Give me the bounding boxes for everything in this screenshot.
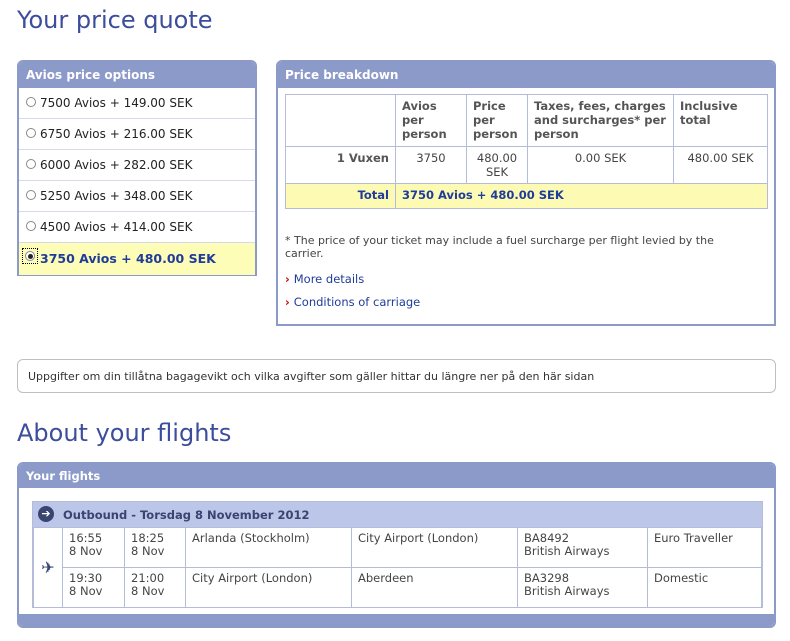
avios-option-label: 6750 Avios + 216.00 SEK [40, 127, 193, 141]
departure-time: 19:30 [69, 571, 103, 585]
avios-option[interactable]: 6750 Avios + 216.00 SEK [19, 119, 255, 150]
chevron-right-icon: › [285, 295, 290, 309]
outbound-title: Outbound - Torsdag 8 November 2012 [63, 508, 310, 522]
origin-airport: City Airport (London) [185, 567, 352, 608]
avios-option-label: 4500 Avios + 414.00 SEK [40, 220, 193, 234]
fuel-surcharge-note: * The price of your ticket may include a… [285, 234, 714, 260]
departure-cell: 16:55 8 Nov [62, 527, 125, 568]
flights-panel: Your flights ➔ Outbound - Torsdag 8 Nove… [17, 462, 776, 628]
arrival-cell: 21:00 8 Nov [124, 567, 186, 608]
column-header: Price per person [466, 94, 528, 147]
flight-legs-table: ✈ 16:55 8 Nov 18:25 8 Nov Arlanda (Stockho… [33, 527, 762, 608]
destination-airport: City Airport (London) [351, 527, 518, 568]
airline: British Airways [524, 544, 610, 558]
avios-option-label: 3750 Avios + 480.00 SEK [40, 251, 216, 266]
total-value: 3750 Avios + 480.00 SEK [395, 183, 768, 209]
arrival-time: 18:25 [131, 531, 165, 545]
airline: British Airways [524, 584, 610, 598]
chevron-right-icon: › [285, 272, 290, 286]
departure-cell: 19:30 8 Nov [62, 567, 125, 608]
radio-button[interactable] [26, 128, 36, 138]
radio-button-checked[interactable] [25, 251, 35, 261]
flight-number: BA3298 [524, 571, 570, 585]
section-title: About your flights [17, 419, 232, 447]
inclusive-total: 480.00 SEK [673, 146, 768, 184]
avios-option[interactable]: 5250 Avios + 348.00 SEK [19, 181, 255, 212]
price-per-person: 480.00 SEK [466, 146, 528, 184]
total-label: Total [285, 183, 396, 209]
outbound-header: ➔ Outbound - Torsdag 8 November 2012 [33, 502, 762, 527]
baggage-notice: Uppgifter om din tillåtna bagagevikt och… [17, 359, 776, 393]
passenger-label: 1 Vuxen [285, 146, 396, 184]
cabin-class: Euro Traveller [647, 527, 762, 568]
avios-option-selected[interactable]: 3750 Avios + 480.00 SEK [19, 243, 255, 275]
arrow-right-circle-icon: ➔ [38, 506, 54, 522]
more-details-label: More details [293, 272, 365, 286]
arrival-date: 8 Nov [131, 584, 165, 598]
price-breakdown-panel: Price breakdown Avios per person Price p… [276, 60, 776, 326]
table-row: 19:30 8 Nov 21:00 8 Nov City Airport (Lond… [34, 567, 762, 608]
flight-cell: BA3298 British Airways [517, 567, 648, 608]
arrival-date: 8 Nov [131, 544, 165, 558]
column-header: Inclusive total [673, 94, 768, 147]
column-header: Avios per person [395, 94, 467, 147]
arrival-cell: 18:25 8 Nov [124, 527, 186, 568]
arrival-time: 21:00 [131, 571, 165, 585]
radio-button[interactable] [26, 97, 36, 107]
page-title: Your price quote [17, 6, 213, 34]
taxes-per-person: 0.00 SEK [527, 146, 674, 184]
departure-date: 8 Nov [69, 544, 103, 558]
focus-outline [22, 248, 38, 264]
empty-header-cell [285, 94, 396, 147]
outbound-section: ➔ Outbound - Torsdag 8 November 2012 ✈ 1… [32, 501, 763, 608]
radio-button[interactable] [26, 190, 36, 200]
avios-options-panel: Avios price options 7500 Avios + 149.00 … [17, 60, 257, 276]
cabin-class: Domestic [647, 567, 762, 608]
origin-airport: Arlanda (Stockholm) [185, 527, 352, 568]
departure-date: 8 Nov [69, 584, 103, 598]
price-breakdown-heading: Price breakdown [278, 62, 774, 88]
avios-option[interactable]: 4500 Avios + 414.00 SEK [19, 212, 255, 243]
flight-number: BA8492 [524, 531, 570, 545]
avios-option-label: 7500 Avios + 149.00 SEK [40, 96, 193, 110]
avios-options-list: 7500 Avios + 149.00 SEK 6750 Avios + 216… [19, 88, 255, 275]
plane-icon: ✈ [33, 527, 63, 608]
more-details-link[interactable]: › More details [285, 272, 364, 286]
radio-button[interactable] [26, 221, 36, 231]
destination-airport: Aberdeen [351, 567, 518, 608]
avios-per-person: 3750 [395, 146, 467, 184]
table-row: ✈ 16:55 8 Nov 18:25 8 Nov Arlanda (Stockho… [33, 527, 762, 608]
price-breakdown-table: Avios per person Price per person Taxes,… [285, 94, 768, 209]
conditions-of-carriage-link[interactable]: › Conditions of carriage [285, 295, 420, 309]
flights-heading: Your flights [19, 464, 774, 488]
conditions-label: Conditions of carriage [293, 295, 421, 309]
panel-footer [19, 614, 774, 626]
flight-cell: BA8492 British Airways [517, 527, 648, 568]
avios-options-heading: Avios price options [19, 62, 255, 88]
avios-option-label: 5250 Avios + 348.00 SEK [40, 189, 193, 203]
avios-option-label: 6000 Avios + 282.00 SEK [40, 158, 193, 172]
column-header: Taxes, fees, charges and surcharges* per… [527, 94, 674, 147]
avios-option[interactable]: 6000 Avios + 282.00 SEK [19, 150, 255, 181]
departure-time: 16:55 [69, 531, 103, 545]
avios-option[interactable]: 7500 Avios + 149.00 SEK [19, 88, 255, 119]
radio-button[interactable] [26, 159, 36, 169]
